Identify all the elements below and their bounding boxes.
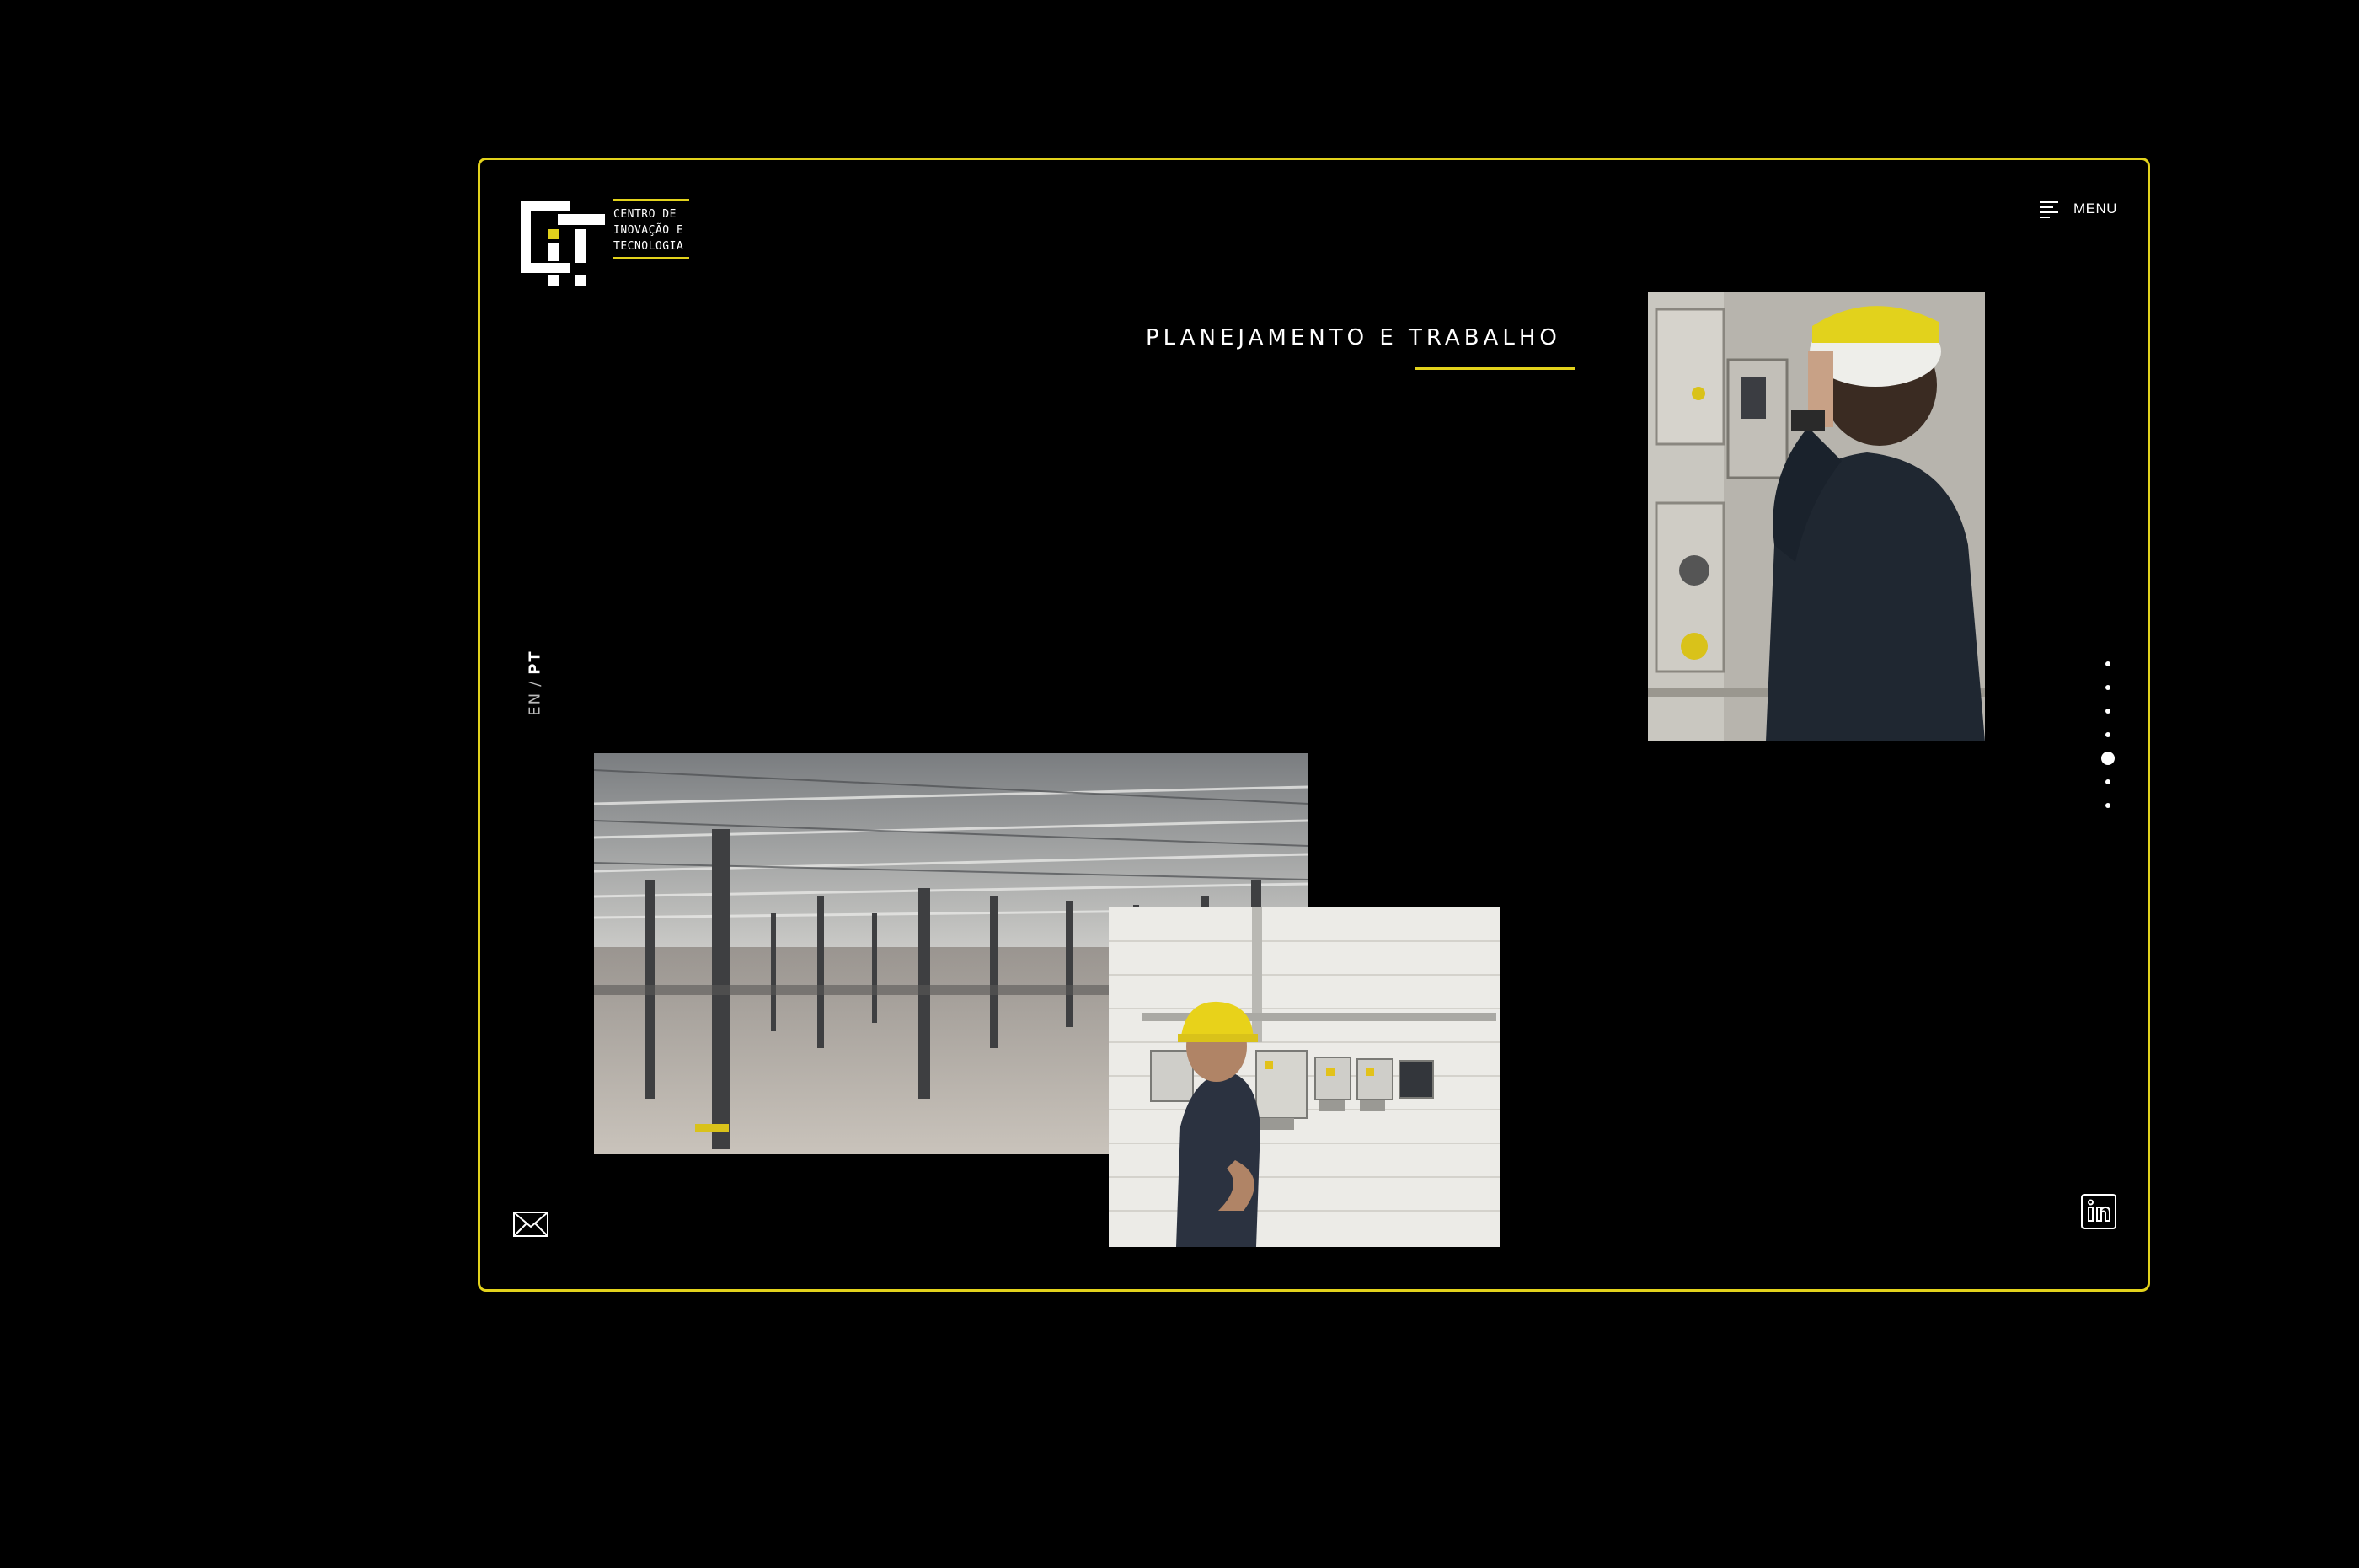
logo-wordmark: CENTRO DE INOVAÇÃO E TECNOLOGIA	[613, 199, 689, 259]
menu-label: MENU	[2073, 201, 2117, 217]
envelope-icon[interactable]	[512, 1211, 549, 1238]
language-switcher: EN / PT	[527, 650, 544, 715]
title-underline	[1415, 367, 1575, 370]
linkedin-icon[interactable]	[2080, 1193, 2117, 1230]
lang-option-en[interactable]: EN	[527, 692, 544, 716]
technician-electrical-panel-photo	[1648, 292, 1985, 741]
section-title: PLANEJAMENTO E TRABALHO	[1146, 325, 1561, 351]
cit-logo-mark	[521, 201, 605, 286]
site-logo[interactable]: CENTRO DE INOVAÇÃO E TECNOLOGIA	[517, 197, 689, 288]
logo-line-3: TECNOLOGIA	[613, 240, 684, 253]
pagination-dot-6[interactable]	[2105, 779, 2110, 784]
pagination-dot-3[interactable]	[2105, 709, 2110, 714]
lang-separator: /	[526, 679, 544, 687]
pagination-dot-2[interactable]	[2105, 685, 2110, 690]
logo-line-1: CENTRO DE	[613, 208, 677, 221]
pagination-dot-4[interactable]	[2105, 732, 2110, 737]
lang-option-pt[interactable]: PT	[527, 650, 544, 674]
section-pagination	[2099, 652, 2117, 817]
menu-button[interactable]: MENU	[2038, 197, 2117, 221]
main-frame: CENTRO DE INOVAÇÃO E TECNOLOGIA MENU PLA…	[478, 158, 2150, 1292]
pagination-dot-7[interactable]	[2105, 803, 2110, 808]
hamburger-icon	[2039, 201, 2058, 218]
pagination-dot-1[interactable]	[2105, 661, 2110, 666]
logo-line-2: INOVAÇÃO E	[613, 224, 684, 237]
pagination-dot-5-active[interactable]	[2101, 752, 2115, 765]
technician-hardhat-panels-photo	[1109, 907, 1500, 1247]
